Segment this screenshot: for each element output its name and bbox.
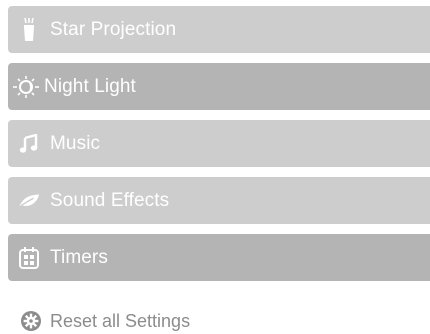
menu-item-label: Timers bbox=[50, 246, 108, 268]
reset-all-settings-label: Reset all Settings bbox=[50, 310, 191, 331]
settings-menu: Star Projection Night Light Music Sound … bbox=[8, 6, 430, 291]
menu-item-star-projection[interactable]: Star Projection bbox=[8, 6, 430, 53]
sun-moon-icon bbox=[12, 75, 40, 98]
menu-item-label: Star Projection bbox=[50, 18, 177, 40]
reset-all-settings-button[interactable]: Reset all Settings bbox=[20, 310, 190, 332]
menu-item-sound-effects[interactable]: Sound Effects bbox=[8, 177, 430, 224]
music-note-icon bbox=[18, 133, 40, 155]
gear-icon bbox=[20, 310, 42, 332]
leaf-icon bbox=[18, 190, 40, 212]
menu-item-timers[interactable]: Timers bbox=[8, 234, 430, 281]
menu-item-night-light[interactable]: Night Light bbox=[8, 63, 430, 110]
menu-item-label: Music bbox=[50, 132, 101, 154]
calendar-icon bbox=[18, 246, 40, 269]
menu-item-label: Sound Effects bbox=[50, 189, 170, 211]
menu-item-label: Night Light bbox=[44, 75, 136, 97]
star-projector-icon bbox=[18, 17, 40, 41]
menu-item-music[interactable]: Music bbox=[8, 120, 430, 167]
